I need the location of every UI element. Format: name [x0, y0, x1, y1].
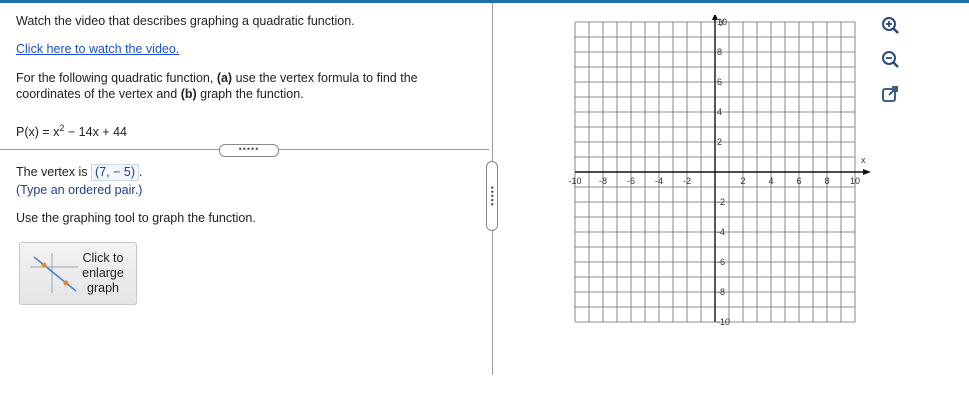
- video-instruction: Watch the video that describes graphing …: [16, 14, 355, 28]
- task-text: For the following quadratic function,: [16, 71, 217, 85]
- x-tick-label: 8: [824, 176, 829, 186]
- function-expression: P(x) = x2 − 14x + 44: [16, 121, 127, 140]
- y-tick-label: 6: [717, 77, 722, 87]
- part-b-label: (b): [180, 87, 197, 101]
- y-tick-label: -10: [717, 317, 730, 327]
- x-tick-label: -4: [655, 176, 663, 186]
- zoom-in-icon[interactable]: [880, 15, 900, 35]
- task-text: use the vertex formula to find the: [232, 71, 418, 85]
- task-line-2: coordinates of the vertex and (b) graph …: [16, 87, 304, 102]
- x-tick-label: 4: [768, 176, 773, 186]
- y-tick-label: -4: [717, 227, 725, 237]
- enlarge-graph-button[interactable]: Click to enlarge graph: [19, 242, 137, 305]
- graph-thumbnail-icon: [30, 253, 78, 293]
- x-axis-label: x: [861, 155, 866, 165]
- x-tick-label: -2: [683, 176, 691, 186]
- coordinate-grid-graph[interactable]: xy-10 -8 -6 -4 -2 2 4 6 8 10108642-2-4-6-8-10: [560, 15, 880, 327]
- x-tick-label: 10: [850, 176, 860, 186]
- y-tick-label: -6: [717, 257, 725, 267]
- watch-video-link[interactable]: Click here to watch the video.: [16, 42, 179, 57]
- x-tick-label: -6: [627, 176, 635, 186]
- part-a-label: (a): [216, 71, 233, 85]
- x-tick-label: 2: [740, 176, 745, 186]
- function-rhs: − 14x + 44: [64, 125, 127, 140]
- task-line-1: For the following quadratic function, (a…: [16, 71, 418, 86]
- x-tick-label: -10: [568, 176, 581, 186]
- x-axis-arrow-icon: [863, 169, 871, 175]
- answer-hint: (Type an ordered pair.): [16, 183, 143, 197]
- task-text: graph the function.: [196, 87, 304, 101]
- zoom-out-icon[interactable]: [880, 49, 900, 69]
- y-tick-label: 8: [717, 47, 722, 57]
- vertex-answer-field[interactable]: (7, − 5): [91, 164, 139, 181]
- question-panel: Watch the video that describes graphing …: [0, 3, 490, 401]
- vertex-answer-line: The vertex is (7, − 5).: [16, 164, 142, 181]
- y-tick-label: -8: [717, 287, 725, 297]
- task-text: coordinates of the vertex and: [16, 87, 181, 101]
- vertex-prefix: The vertex is: [16, 165, 92, 179]
- x-tick-label: 6: [796, 176, 801, 186]
- x-tick-label: -8: [599, 176, 607, 186]
- y-tick-label: -2: [717, 197, 725, 207]
- function-lhs: P(x) = x: [16, 125, 60, 140]
- y-tick-label: 10: [717, 17, 727, 27]
- vertex-suffix: .: [138, 165, 143, 179]
- external-link-icon[interactable]: [880, 84, 900, 104]
- y-tick-label: 2: [717, 137, 722, 147]
- vertical-splitter-handle[interactable]: •••••: [486, 161, 498, 231]
- graph-instruction: Use the graphing tool to graph the funct…: [16, 211, 256, 225]
- enlarge-graph-label: Click to enlarge graph: [82, 251, 124, 295]
- y-tick-label: 4: [717, 107, 722, 117]
- horizontal-splitter-handle[interactable]: •••••: [219, 144, 279, 157]
